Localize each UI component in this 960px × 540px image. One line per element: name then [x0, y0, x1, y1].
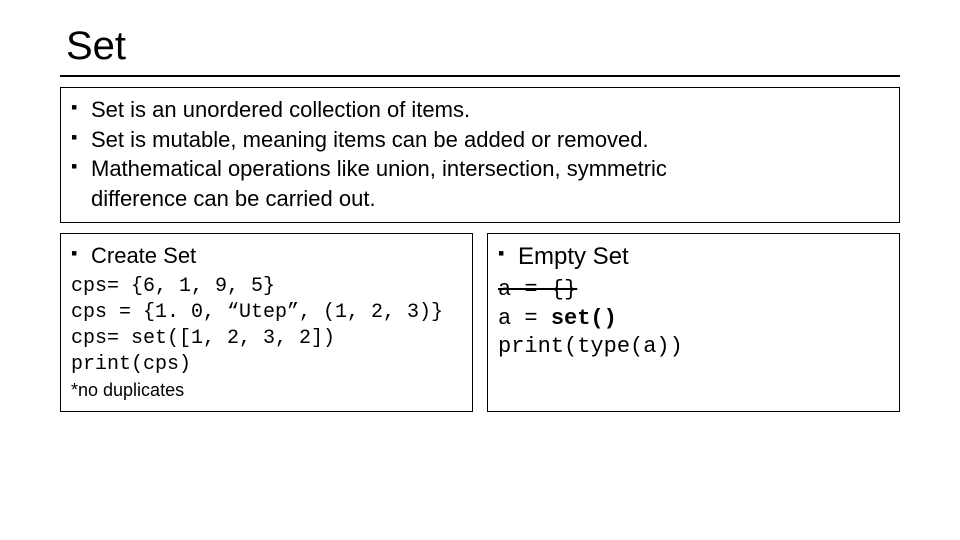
empty-set-heading: Empty Set	[498, 242, 889, 272]
empty-set-line1: a = {}	[498, 276, 889, 305]
overview-list: Set is an unordered collection of items.…	[71, 96, 889, 183]
create-set-box: Create Set cps= {6, 1, 9, 5} cps = {1. 0…	[60, 233, 473, 412]
empty-set-code: a = {} a = set() print(type(a))	[498, 276, 889, 362]
slide-title: Set	[60, 24, 900, 69]
create-set-line4: print(cps)	[71, 352, 462, 378]
empty-set-line2: a = set()	[498, 305, 889, 334]
empty-set-line3: print(type(a))	[498, 333, 889, 362]
empty-set-line2b: set()	[551, 306, 617, 331]
title-rule	[60, 75, 900, 77]
create-set-heading: Create Set	[71, 242, 462, 270]
overview-item-2: Set is mutable, meaning items can be add…	[71, 126, 889, 154]
empty-set-heading-list: Empty Set	[498, 242, 889, 272]
overview-item-3-line1: Mathematical operations like union, inte…	[91, 156, 667, 181]
create-set-code: cps= {6, 1, 9, 5} cps = {1. 0, “Utep”, (…	[71, 274, 462, 378]
slide: Set Set is an unordered collection of it…	[0, 0, 960, 412]
create-set-note: *no duplicates	[71, 380, 462, 401]
overview-box: Set is an unordered collection of items.…	[60, 87, 900, 223]
overview-item-1: Set is an unordered collection of items.	[71, 96, 889, 124]
overview-item-3-line2: difference can be carried out.	[71, 185, 889, 213]
create-set-line2: cps = {1. 0, “Utep”, (1, 2, 3)}	[71, 300, 462, 326]
create-set-heading-list: Create Set	[71, 242, 462, 270]
create-set-line3: cps= set([1, 2, 3, 2])	[71, 326, 462, 352]
empty-set-line2a: a =	[498, 306, 551, 331]
create-set-line1: cps= {6, 1, 9, 5}	[71, 274, 462, 300]
empty-set-box: Empty Set a = {} a = set() print(type(a)…	[487, 233, 900, 412]
overview-item-3: Mathematical operations like union, inte…	[71, 155, 889, 183]
bottom-row: Create Set cps= {6, 1, 9, 5} cps = {1. 0…	[60, 233, 900, 412]
